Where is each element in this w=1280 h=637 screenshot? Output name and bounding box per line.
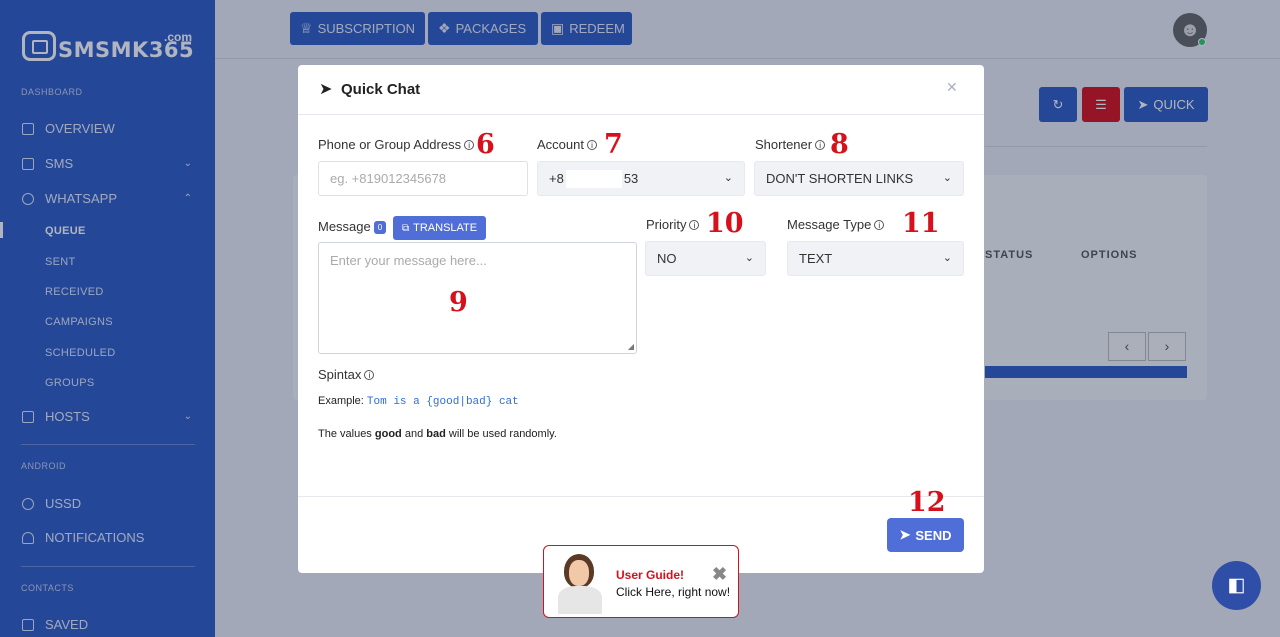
phone-label-text: Phone or Group Address	[318, 137, 462, 152]
account-value-start: +8	[549, 171, 564, 186]
priority-label: Priority i	[646, 217, 700, 232]
paper-plane-icon: ➤	[319, 81, 333, 98]
close-icon[interactable]: ✖	[712, 564, 727, 585]
message-label-text: Message	[318, 219, 371, 234]
info-icon[interactable]: i	[464, 140, 475, 150]
marker-11: 11	[902, 208, 940, 239]
spintax-example: Example: Tom is a {good|bad} cat	[318, 395, 519, 408]
account-label-text: Account	[537, 137, 584, 152]
translate-label: TRANSLATE	[413, 222, 478, 234]
note-good: good	[374, 428, 402, 440]
example-code: Tom is a {good|bad} cat	[366, 396, 519, 408]
quick-chat-modal: ➤ Quick Chat ✕ Phone or Group Address i 6…	[298, 65, 984, 573]
resize-handle-icon[interactable]: ◢	[628, 342, 634, 351]
priority-value: NO	[657, 251, 677, 266]
note-and: and	[404, 428, 424, 440]
spintax-label-text: Spintax	[318, 367, 362, 382]
message-placeholder: Enter your message here...	[330, 253, 487, 268]
modal-title: Quick Chat	[341, 81, 421, 98]
phone-label: Phone or Group Address i	[318, 137, 475, 152]
send-button[interactable]: ➤ SEND	[887, 518, 964, 552]
char-count-badge: 0	[373, 221, 387, 234]
translate-icon: ◧	[1227, 575, 1246, 596]
message-type-value: TEXT	[799, 251, 833, 266]
priority-select[interactable]: NO ⌄	[645, 241, 766, 276]
phone-input[interactable]: eg. +819012345678	[318, 161, 528, 196]
shortener-label-text: Shortener	[755, 137, 813, 152]
spintax-label: Spintax i	[318, 367, 375, 382]
note-bad: bad	[426, 428, 446, 440]
info-icon[interactable]: i	[815, 140, 826, 150]
modal-header: ➤ Quick Chat ✕	[298, 65, 984, 115]
translate-fab-button[interactable]: ◧	[1212, 561, 1261, 610]
info-icon[interactable]: i	[874, 220, 885, 230]
chevron-down-icon: ⌄	[942, 252, 952, 264]
redacted-block	[565, 169, 622, 188]
chevron-down-icon: ⌄	[744, 252, 754, 264]
info-icon[interactable]: i	[689, 220, 700, 230]
marker-8: 8	[830, 129, 849, 160]
modal-footer-divider	[298, 496, 984, 497]
shortener-label: Shortener i	[755, 137, 826, 152]
shortener-select[interactable]: DON'T SHORTEN LINKS ⌄	[754, 161, 964, 196]
user-guide-popup[interactable]: User Guide! Click Here, right now! ✖	[543, 545, 739, 618]
paper-plane-icon: ➤	[899, 527, 911, 542]
marker-10: 10	[706, 208, 744, 239]
guide-title: User Guide!	[616, 568, 685, 582]
note-end: will be used randomly.	[448, 428, 557, 440]
shortener-value: DON'T SHORTEN LINKS	[766, 171, 914, 186]
account-label: Account i	[537, 137, 597, 152]
marker-7: 7	[604, 129, 623, 160]
message-label: Message 0	[318, 219, 387, 234]
message-textarea[interactable]: Enter your message here... ◢	[318, 242, 637, 354]
support-agent-image	[556, 554, 604, 614]
account-value-end: 53	[623, 171, 639, 186]
guide-subtitle: Click Here, right now!	[616, 585, 731, 599]
spintax-note: The values good and bad will be used ran…	[318, 428, 557, 440]
priority-label-text: Priority	[646, 217, 687, 232]
close-icon[interactable]: ✕	[946, 79, 958, 96]
account-select[interactable]: +8 53 ⌄	[537, 161, 745, 196]
marker-12: 12	[908, 487, 946, 518]
phone-placeholder: eg. +819012345678	[330, 171, 447, 186]
info-icon[interactable]: i	[364, 370, 375, 380]
message-type-label-text: Message Type	[787, 217, 872, 232]
message-type-label: Message Type i	[787, 217, 885, 232]
chevron-down-icon: ⌄	[942, 172, 952, 184]
message-type-select[interactable]: TEXT ⌄	[787, 241, 964, 276]
translate-icon: ⧉	[402, 222, 410, 234]
chevron-down-icon: ⌄	[723, 172, 733, 184]
example-prefix: Example:	[318, 395, 364, 407]
info-icon[interactable]: i	[586, 140, 597, 150]
translate-button[interactable]: ⧉ TRANSLATE	[393, 216, 487, 240]
send-label: SEND	[915, 527, 952, 543]
note-text: The values	[318, 428, 372, 440]
marker-9: 9	[449, 287, 468, 318]
marker-6: 6	[476, 129, 495, 160]
